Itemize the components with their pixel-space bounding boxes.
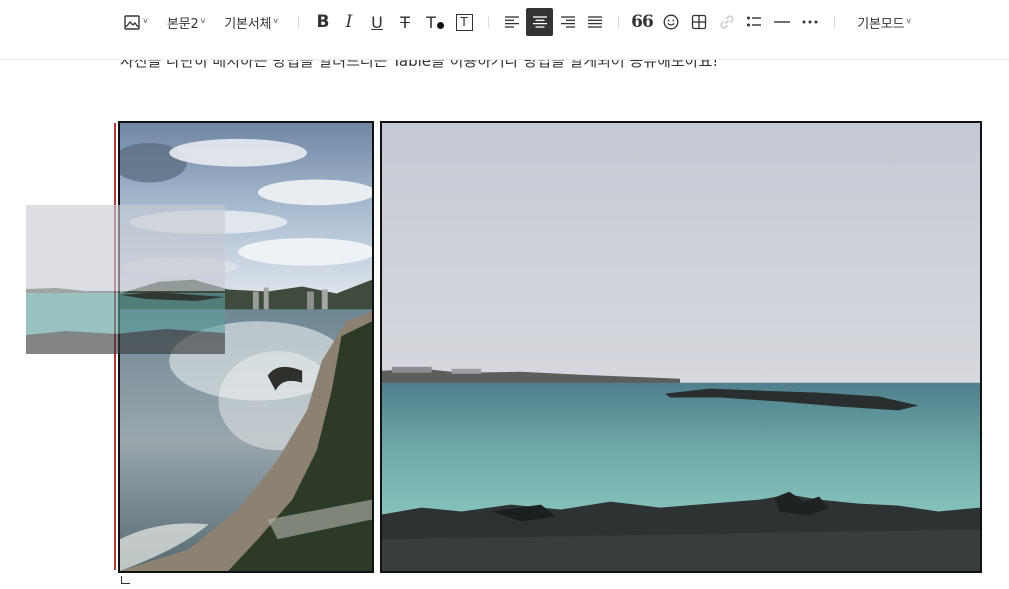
editor-page: v 본문2 v 기본서체 v B I U T T T 66 기본모드 v 사진을…: [0, 0, 1009, 589]
align-right-button[interactable]: [556, 8, 580, 36]
more-button[interactable]: [798, 8, 822, 36]
toolbar-divider: [618, 16, 619, 28]
horizontal-rule-icon: [774, 21, 790, 23]
toolbar-divider: [298, 16, 299, 28]
toolbar-divider: [834, 16, 835, 28]
dragged-photo-preview[interactable]: [26, 205, 225, 354]
smile-icon: [663, 14, 679, 30]
chevron-down-icon: v: [906, 15, 911, 25]
toolbar-divider: [488, 16, 489, 28]
chevron-down-icon: v: [200, 15, 206, 25]
strikethrough-button[interactable]: T: [394, 8, 416, 36]
paragraph-style-label: 본문2: [166, 16, 199, 32]
image-resize-handle-icon[interactable]: [121, 576, 130, 584]
quote-button[interactable]: 66: [630, 8, 654, 36]
more-icon: [802, 20, 818, 24]
table-button[interactable]: [687, 8, 711, 36]
emoticon-button[interactable]: [659, 8, 683, 36]
link-button[interactable]: [715, 8, 739, 36]
align-left-button[interactable]: [500, 8, 524, 36]
paragraph-style-dropdown[interactable]: 본문2 v: [161, 8, 211, 36]
sea-rocks-photo: [382, 123, 980, 571]
text-color-button[interactable]: T: [422, 8, 448, 36]
align-justify-icon: [588, 16, 602, 28]
text-background-label: T: [455, 13, 473, 31]
align-center-icon: [532, 16, 547, 28]
text-background-button[interactable]: T: [452, 8, 476, 36]
text-color-dot-icon: [436, 21, 444, 29]
font-family-dropdown[interactable]: 기본서체 v: [218, 8, 284, 36]
text-color-label: T: [426, 12, 436, 32]
horizontal-rule-button[interactable]: [770, 8, 794, 36]
chevron-down-icon: v: [143, 15, 148, 25]
align-justify-button[interactable]: [583, 8, 607, 36]
list-icon: [747, 16, 761, 27]
editor-mode-label: 기본모드: [857, 16, 905, 32]
align-left-icon: [505, 16, 519, 28]
italic-button[interactable]: I: [338, 8, 360, 36]
table-icon: [691, 14, 707, 30]
image-icon: [124, 14, 140, 30]
link-icon: [720, 15, 734, 29]
underline-button[interactable]: U: [366, 8, 388, 36]
image-insert-button[interactable]: v: [120, 8, 152, 36]
bullet-list-button[interactable]: [742, 8, 766, 36]
chevron-down-icon: v: [273, 15, 278, 25]
bold-button[interactable]: B: [312, 8, 334, 36]
align-right-icon: [561, 16, 575, 28]
photo-right[interactable]: [380, 121, 982, 573]
font-family-label: 기본서체: [224, 16, 272, 32]
editor-mode-dropdown[interactable]: 기본모드 v: [850, 8, 918, 36]
editor-toolbar: v 본문2 v 기본서체 v B I U T T T 66 기본모드 v: [0, 0, 1009, 60]
align-center-button[interactable]: [526, 8, 553, 36]
dragged-sea-photo: [26, 205, 225, 354]
